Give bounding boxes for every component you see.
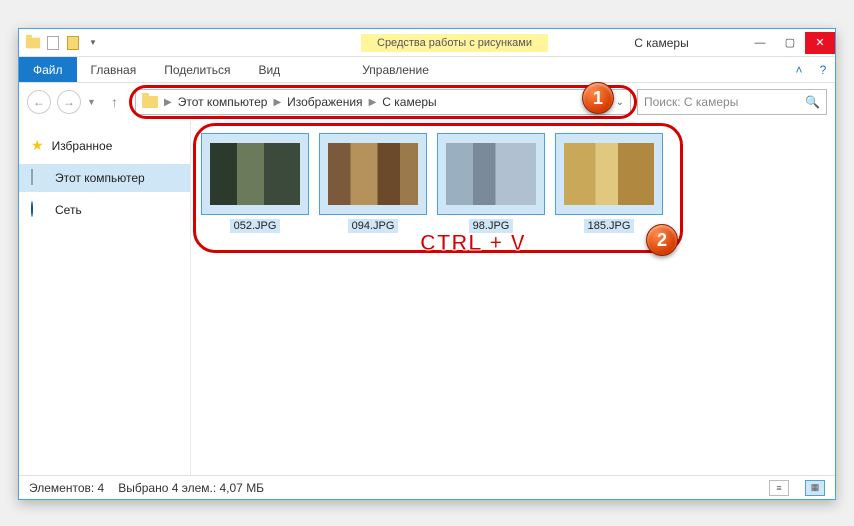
status-selection: Выбрано 4 элем.: 4,07 МБ — [118, 481, 264, 495]
properties-icon[interactable] — [45, 35, 61, 51]
breadcrumb-level2[interactable]: С камеры — [382, 95, 436, 109]
file-item[interactable]: 98.JPG — [437, 133, 545, 233]
details-view-button[interactable]: ≡ — [769, 480, 789, 496]
file-name: 094.JPG — [348, 219, 399, 233]
status-item-count: Элементов: 4 — [29, 481, 104, 495]
computer-icon — [31, 170, 47, 186]
navigation-row: ← → ▼ ↑ ▶ Этот компьютер ▶ Изображения ▶… — [19, 83, 835, 121]
annotation-badge-1: 1 — [582, 82, 614, 114]
search-placeholder: Поиск: С камеры — [644, 95, 738, 109]
forward-button[interactable]: → — [57, 90, 81, 114]
status-bar: Элементов: 4 Выбрано 4 элем.: 4,07 МБ ≡ … — [19, 475, 835, 499]
sidebar-item-label: Избранное — [52, 139, 113, 153]
folder-icon — [25, 35, 41, 51]
file-name: 052.JPG — [230, 219, 281, 233]
sidebar-item-label: Этот компьютер — [55, 171, 145, 185]
address-bar[interactable]: ▶ Этот компьютер ▶ Изображения ▶ С камер… — [135, 89, 631, 115]
annotation-badge-2: 2 — [646, 224, 678, 256]
ribbon-tabs: Файл Главная Поделиться Вид Управление ˄… — [19, 57, 835, 83]
tab-share[interactable]: Поделиться — [150, 57, 244, 82]
annotation-shortcut: CTRL + V — [420, 230, 526, 256]
chevron-right-icon[interactable]: ▶ — [162, 97, 174, 108]
sidebar-item-label: Сеть — [55, 203, 82, 217]
tab-view[interactable]: Вид — [244, 57, 294, 82]
sidebar-item-favorites[interactable]: ★ Избранное — [19, 131, 190, 160]
window-title: С камеры — [578, 36, 745, 50]
back-button[interactable]: ← — [27, 90, 51, 114]
file-list[interactable]: 052.JPG 094.JPG 98.JPG 185.JPG — [191, 121, 835, 475]
body: ★ Избранное Этот компьютер Сеть 052.JPG — [19, 121, 835, 475]
file-item[interactable]: 094.JPG — [319, 133, 427, 233]
sidebar-item-this-pc[interactable]: Этот компьютер — [19, 164, 190, 192]
tab-file[interactable]: Файл — [19, 57, 77, 82]
star-icon: ★ — [31, 137, 44, 154]
thumbnails-view-button[interactable]: ▦ — [805, 480, 825, 496]
recent-dropdown-icon[interactable]: ▼ — [87, 97, 105, 107]
window-controls: — ▢ ✕ — [745, 32, 835, 54]
thumbnail — [555, 133, 663, 215]
help-icon[interactable]: ? — [811, 57, 835, 82]
network-icon — [31, 202, 47, 218]
folder-icon — [142, 96, 158, 108]
minimize-button[interactable]: — — [745, 32, 775, 54]
titlebar: ▼ Средства работы с рисунками С камеры —… — [19, 29, 835, 57]
thumbnail — [437, 133, 545, 215]
thumbnail — [319, 133, 427, 215]
file-item[interactable]: 052.JPG — [201, 133, 309, 233]
explorer-window: ▼ Средства работы с рисунками С камеры —… — [18, 28, 836, 500]
qat-dropdown-icon[interactable]: ▼ — [85, 35, 101, 51]
new-folder-icon[interactable] — [65, 35, 81, 51]
chevron-right-icon[interactable]: ▶ — [367, 97, 379, 108]
close-button[interactable]: ✕ — [805, 32, 835, 54]
ribbon-collapse-icon[interactable]: ˄ — [787, 57, 811, 82]
context-tab-label: Средства работы с рисунками — [361, 34, 548, 52]
file-item[interactable]: 185.JPG — [555, 133, 663, 233]
breadcrumb-root[interactable]: Этот компьютер — [178, 95, 268, 109]
sidebar-item-network[interactable]: Сеть — [19, 196, 190, 224]
file-name: 185.JPG — [584, 219, 635, 233]
tab-manage[interactable]: Управление — [348, 57, 443, 82]
search-icon[interactable]: 🔍 — [805, 95, 820, 109]
chevron-right-icon[interactable]: ▶ — [271, 97, 283, 108]
tab-home[interactable]: Главная — [77, 57, 151, 82]
quick-access-toolbar: ▼ — [19, 35, 101, 51]
up-button[interactable]: ↑ — [111, 94, 129, 110]
thumbnail — [201, 133, 309, 215]
maximize-button[interactable]: ▢ — [775, 32, 805, 54]
sidebar: ★ Избранное Этот компьютер Сеть — [19, 121, 191, 475]
search-input[interactable]: Поиск: С камеры 🔍 — [637, 89, 827, 115]
address-dropdown-icon[interactable]: ⌄ — [616, 97, 624, 108]
breadcrumb-level1[interactable]: Изображения — [287, 95, 362, 109]
